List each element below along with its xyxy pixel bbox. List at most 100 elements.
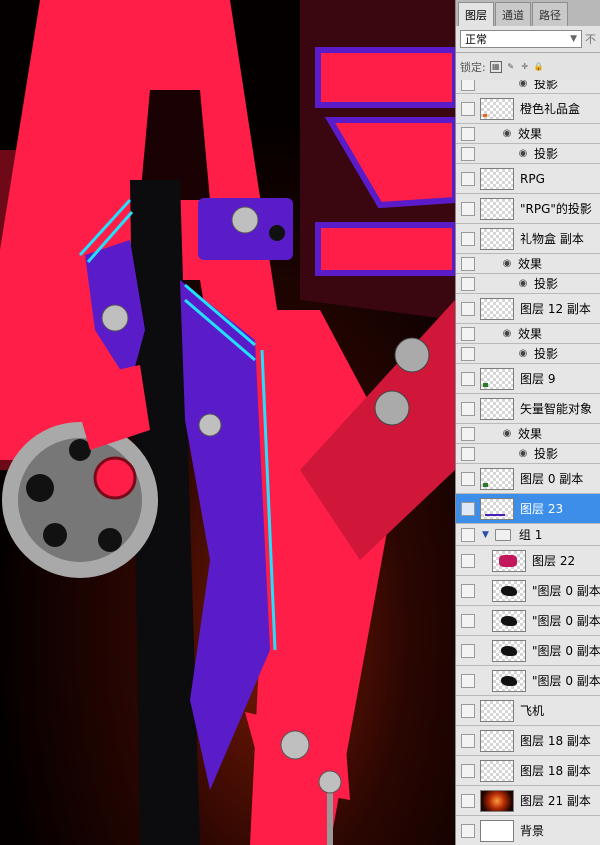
layer-thumbnail <box>480 789 514 812</box>
visibility-toggle[interactable] <box>461 80 475 91</box>
layer-name: 矢量智能对象 <box>520 402 593 416</box>
layer-row[interactable]: "RPG"的投影 <box>456 194 600 224</box>
eye-icon[interactable]: ◉ <box>500 258 514 269</box>
layer-row[interactable]: 图层 18 副本 <box>456 726 600 756</box>
panel-tabs: 图层 通道 路径 <box>456 0 600 26</box>
layer-row[interactable]: 图层 21 副本 <box>456 786 600 816</box>
layer-name: 投影 <box>534 147 559 161</box>
blend-mode-bar: 正常 ▼ 不 <box>456 26 600 53</box>
layer-thumbnail <box>480 729 514 752</box>
layer-thumbnail <box>480 297 514 320</box>
layer-row[interactable]: 图层 9 <box>456 364 600 394</box>
layer-thumbnail <box>480 197 514 220</box>
visibility-toggle[interactable] <box>461 427 475 441</box>
layer-effect-item-row[interactable]: ◉ 投影 <box>456 344 600 364</box>
visibility-toggle[interactable] <box>461 347 475 361</box>
visibility-toggle[interactable] <box>461 613 475 628</box>
visibility-toggle[interactable] <box>461 501 475 516</box>
visibility-toggle[interactable] <box>461 763 475 778</box>
layer-row[interactable]: "图层 0 副本" <box>456 636 600 666</box>
layer-thumbnail <box>480 367 514 390</box>
layer-name: 效果 <box>518 327 543 341</box>
layer-effects-row[interactable]: ◉ 效果 <box>456 324 600 344</box>
layer-row[interactable]: RPG <box>456 164 600 194</box>
layer-row[interactable]: 背景 <box>456 816 600 845</box>
eye-icon[interactable]: ◉ <box>500 328 514 339</box>
layer-thumbnail <box>480 167 514 190</box>
blend-mode-select[interactable]: 正常 ▼ <box>460 30 582 48</box>
lock-position-icon[interactable]: ✛ <box>520 62 530 72</box>
visibility-toggle[interactable] <box>461 201 475 216</box>
visibility-toggle[interactable] <box>461 643 475 658</box>
layer-row[interactable]: "图层 0 副本" <box>456 606 600 636</box>
tab-layers[interactable]: 图层 <box>458 2 494 26</box>
disclosure-arrow-icon[interactable]: ▼ <box>482 530 489 540</box>
layer-name: 图层 0 副本 <box>520 472 584 486</box>
layer-row[interactable]: 图层 23 <box>456 494 600 524</box>
layer-effects-row[interactable]: ◉ 效果 <box>456 254 600 274</box>
layer-row[interactable]: 图层 22 <box>456 546 600 576</box>
visibility-toggle[interactable] <box>461 703 475 718</box>
eye-icon[interactable]: ◉ <box>500 128 514 139</box>
visibility-toggle[interactable] <box>461 583 475 598</box>
eye-icon[interactable]: ◉ <box>516 148 530 159</box>
layer-effect-item-row[interactable]: ◉ 投影 <box>456 144 600 164</box>
visibility-toggle[interactable] <box>461 257 475 271</box>
visibility-toggle[interactable] <box>461 823 475 838</box>
layer-row[interactable]: 图层 12 副本 <box>456 294 600 324</box>
visibility-toggle[interactable] <box>461 447 475 461</box>
visibility-toggle[interactable] <box>461 231 475 246</box>
visibility-toggle[interactable] <box>461 793 475 808</box>
layer-thumbnail <box>480 467 514 490</box>
visibility-toggle[interactable] <box>461 127 475 141</box>
visibility-toggle[interactable] <box>461 327 475 341</box>
eye-icon[interactable]: ◉ <box>516 448 530 459</box>
visibility-toggle[interactable] <box>461 301 475 316</box>
visibility-toggle[interactable] <box>461 401 475 416</box>
layer-name: 投影 <box>534 347 559 361</box>
visibility-toggle[interactable] <box>461 147 475 161</box>
visibility-toggle[interactable] <box>461 277 475 291</box>
layer-thumbnail <box>480 819 514 842</box>
layer-group-row[interactable]: ▼ 组 1 <box>456 524 600 546</box>
visibility-toggle[interactable] <box>461 101 475 116</box>
blend-mode-value: 正常 <box>465 33 487 46</box>
layer-row[interactable]: 橙色礼品盒 <box>456 94 600 124</box>
layer-row[interactable]: 矢量智能对象 <box>456 394 600 424</box>
layer-effects-row[interactable]: ◉ 效果 <box>456 124 600 144</box>
lock-image-pixels-icon[interactable]: ✎ <box>506 62 516 72</box>
visibility-toggle[interactable] <box>461 673 475 688</box>
layer-row[interactable]: "图层 0 副本" <box>456 666 600 696</box>
layer-thumbnail <box>480 759 514 782</box>
layer-row[interactable]: 飞机 <box>456 696 600 726</box>
visibility-toggle[interactable] <box>461 171 475 186</box>
layer-effect-item-row[interactable]: ◉ 投影 <box>456 80 600 94</box>
tab-channels[interactable]: 通道 <box>495 2 531 26</box>
eye-icon[interactable]: ◉ <box>516 278 530 289</box>
layer-row[interactable]: 图层 0 副本 <box>456 464 600 494</box>
layer-effect-item-row[interactable]: ◉ 投影 <box>456 444 600 464</box>
layer-name: 图层 12 副本 <box>520 302 591 316</box>
layer-row[interactable]: 礼物盒 副本 <box>456 224 600 254</box>
layer-name: 图层 9 <box>520 372 556 386</box>
canvas-artwork <box>0 0 455 845</box>
lock-transparent-pixels-icon[interactable]: ▦ <box>489 61 502 73</box>
layer-effect-item-row[interactable]: ◉ 投影 <box>456 274 600 294</box>
eye-icon[interactable]: ◉ <box>516 348 530 359</box>
layer-effects-row[interactable]: ◉ 效果 <box>456 424 600 444</box>
layer-row[interactable]: "图层 0 副本" <box>456 576 600 606</box>
visibility-toggle[interactable] <box>461 733 475 748</box>
layer-row[interactable]: 图层 18 副本 <box>456 756 600 786</box>
visibility-toggle[interactable] <box>461 371 475 386</box>
layer-thumbnail <box>480 397 514 420</box>
layers-panel: 图层 通道 路径 正常 ▼ 不 锁定: ▦ ✎ ✛ 🔒 ◉ 投影 橙色礼品盒 ◉ 效果 ◉… <box>455 0 600 845</box>
visibility-toggle[interactable] <box>461 471 475 486</box>
lock-all-icon[interactable]: 🔒 <box>534 62 544 72</box>
layer-thumbnail <box>492 609 526 632</box>
visibility-toggle[interactable] <box>461 553 475 568</box>
eye-icon[interactable]: ◉ <box>516 80 530 89</box>
eye-icon[interactable]: ◉ <box>500 428 514 439</box>
tab-paths[interactable]: 路径 <box>532 2 568 26</box>
visibility-toggle[interactable] <box>461 527 475 542</box>
layer-name: 图层 23 <box>520 502 564 516</box>
